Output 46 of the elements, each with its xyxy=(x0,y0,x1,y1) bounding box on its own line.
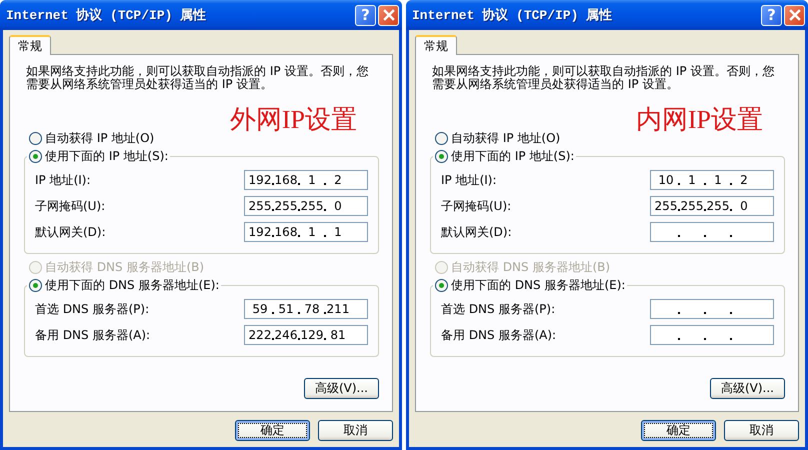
dialog-button[interactable]: 取消 xyxy=(318,420,393,441)
field-label: 子网掩码(U): xyxy=(35,198,106,214)
radio-button[interactable]: 使用下面的 DNS 服务器地址(E): xyxy=(433,276,628,294)
advanced-button[interactable]: 高级(V)... xyxy=(304,378,379,398)
description-text: 如果网络支持此功能，则可以获取自动指派的 IP 设置。否则，您需要从网络系统管理员处获得适当的 IP 设置。 xyxy=(26,65,370,93)
annotation-text: 内网IP设置 xyxy=(636,105,763,135)
close-icon xyxy=(788,9,800,21)
field-label: 首选 DNS 服务器(P): xyxy=(441,300,556,318)
field-label: IP 地址(I): xyxy=(441,172,497,188)
ip-address-field[interactable]: 222 246 129 81 xyxy=(244,325,368,345)
radio-button[interactable]: 使用下面的 IP 地址(S): xyxy=(27,147,170,165)
description-text: 如果网络支持此功能，则可以获取自动指派的 IP 设置。否则，您需要从网络系统管理员处获得适当的 IP 设置。 xyxy=(432,65,776,93)
tab[interactable]: 常规 xyxy=(415,35,457,55)
help-button[interactable]: ? xyxy=(355,4,376,26)
field-label: 默认网关(D): xyxy=(441,224,512,240)
field-label: 首选 DNS 服务器(P): xyxy=(35,300,150,318)
window-title: Internet 协议 (TCP/IP) 属性 xyxy=(6,6,206,24)
ip-address-field[interactable] xyxy=(650,325,774,345)
annotation-text: 外网IP设置 xyxy=(230,105,357,135)
radio-button[interactable]: 自动获得 IP 地址(O) xyxy=(24,129,154,147)
ip-address-field[interactable]: 10 1 1 2 xyxy=(650,170,774,190)
field-label: 备用 DNS 服务器(A): xyxy=(441,326,556,344)
field-label: 备用 DNS 服务器(A): xyxy=(35,326,150,344)
dialog-button[interactable]: 确定 xyxy=(641,420,716,441)
ip-address-field[interactable]: 192 168 1 1 xyxy=(244,222,368,242)
radio-button[interactable]: 使用下面的 DNS 服务器地址(E): xyxy=(27,276,222,294)
field-label: 默认网关(D): xyxy=(35,224,106,240)
advanced-button[interactable]: 高级(V)... xyxy=(710,378,785,398)
close-icon xyxy=(382,9,394,21)
close-button[interactable] xyxy=(784,4,805,26)
window-title: Internet 协议 (TCP/IP) 属性 xyxy=(412,6,612,24)
dialog-button[interactable]: 取消 xyxy=(724,420,799,441)
ip-address-field[interactable] xyxy=(650,299,774,319)
radio-button[interactable]: 使用下面的 IP 地址(S): xyxy=(433,147,576,165)
tab[interactable]: 常规 xyxy=(9,35,51,55)
help-button[interactable]: ? xyxy=(761,4,782,26)
ip-address-field[interactable]: 255 255 255 0 xyxy=(650,196,774,216)
field-label: 子网掩码(U): xyxy=(441,198,512,214)
ip-address-field[interactable] xyxy=(650,222,774,242)
ip-address-field[interactable]: 192 168 1 2 xyxy=(244,170,368,190)
ip-address-field[interactable]: 255 255 255 0 xyxy=(244,196,368,216)
radio-button[interactable]: 自动获得 IP 地址(O) xyxy=(430,129,560,147)
field-label: IP 地址(I): xyxy=(35,172,91,188)
dialog-button[interactable]: 确定 xyxy=(235,420,310,441)
close-button[interactable] xyxy=(378,4,399,26)
ip-address-field[interactable]: 59 51 78 211 xyxy=(244,299,368,319)
